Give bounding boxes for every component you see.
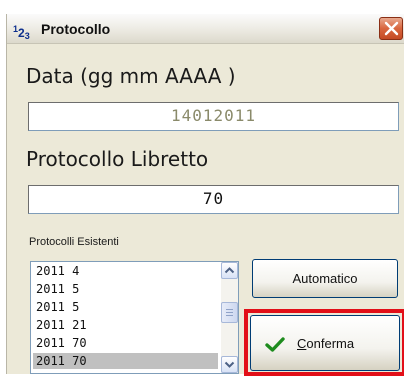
scroll-down-icon xyxy=(224,361,235,368)
close-button[interactable] xyxy=(379,17,403,40)
data-value: 14012011 xyxy=(170,106,257,125)
grip-icon xyxy=(226,309,233,316)
conferma-label-rest: onferma xyxy=(306,336,355,351)
protocolli-esistenti-label: Protocolli Esistenti xyxy=(29,236,119,248)
list-item[interactable]: 2011 70 xyxy=(33,335,218,351)
protocollo-libretto-field[interactable]: 70 xyxy=(28,185,399,214)
protocollo-libretto-value: 70 xyxy=(202,189,225,208)
protocollo-libretto-label: Protocollo Libretto xyxy=(26,147,209,171)
icon-label-2: 2 xyxy=(18,26,25,40)
automatico-button[interactable]: Automatico xyxy=(252,259,398,298)
close-icon xyxy=(384,21,399,36)
automatico-label: Automatico xyxy=(292,271,358,286)
protocollo-dialog: 123 Protocollo Data (gg mm AAAA ) 140120… xyxy=(6,14,404,376)
title-bar[interactable]: 123 Protocollo xyxy=(7,14,404,44)
scroll-thumb[interactable] xyxy=(221,302,238,323)
data-label: Data (gg mm AAAA ) xyxy=(26,64,236,88)
icon-label-3: 3 xyxy=(24,31,30,41)
list-item[interactable]: 2011 5 xyxy=(33,299,218,315)
scroll-up-icon xyxy=(224,267,235,274)
list-item[interactable]: 2011 21 xyxy=(33,317,218,333)
numbers-app-icon: 123 xyxy=(13,20,30,41)
scroll-up-button[interactable] xyxy=(221,262,238,279)
conferma-accel: C xyxy=(297,336,307,351)
window-title: Protocollo xyxy=(41,21,111,37)
checkmark-icon xyxy=(265,337,285,352)
protocolli-esistenti-list[interactable]: 2011 4 2011 5 2011 5 2011 21 2011 70 201… xyxy=(30,261,239,374)
conferma-label: Conferma xyxy=(297,336,354,351)
data-field[interactable]: 14012011 xyxy=(28,102,399,131)
list-scrollbar[interactable] xyxy=(221,262,238,373)
list-item[interactable]: 2011 70 xyxy=(33,353,218,369)
conferma-button[interactable]: Conferma xyxy=(250,315,400,371)
list-item[interactable]: 2011 5 xyxy=(33,281,218,297)
scroll-down-button[interactable] xyxy=(221,356,238,373)
list-item[interactable]: 2011 4 xyxy=(33,263,218,279)
